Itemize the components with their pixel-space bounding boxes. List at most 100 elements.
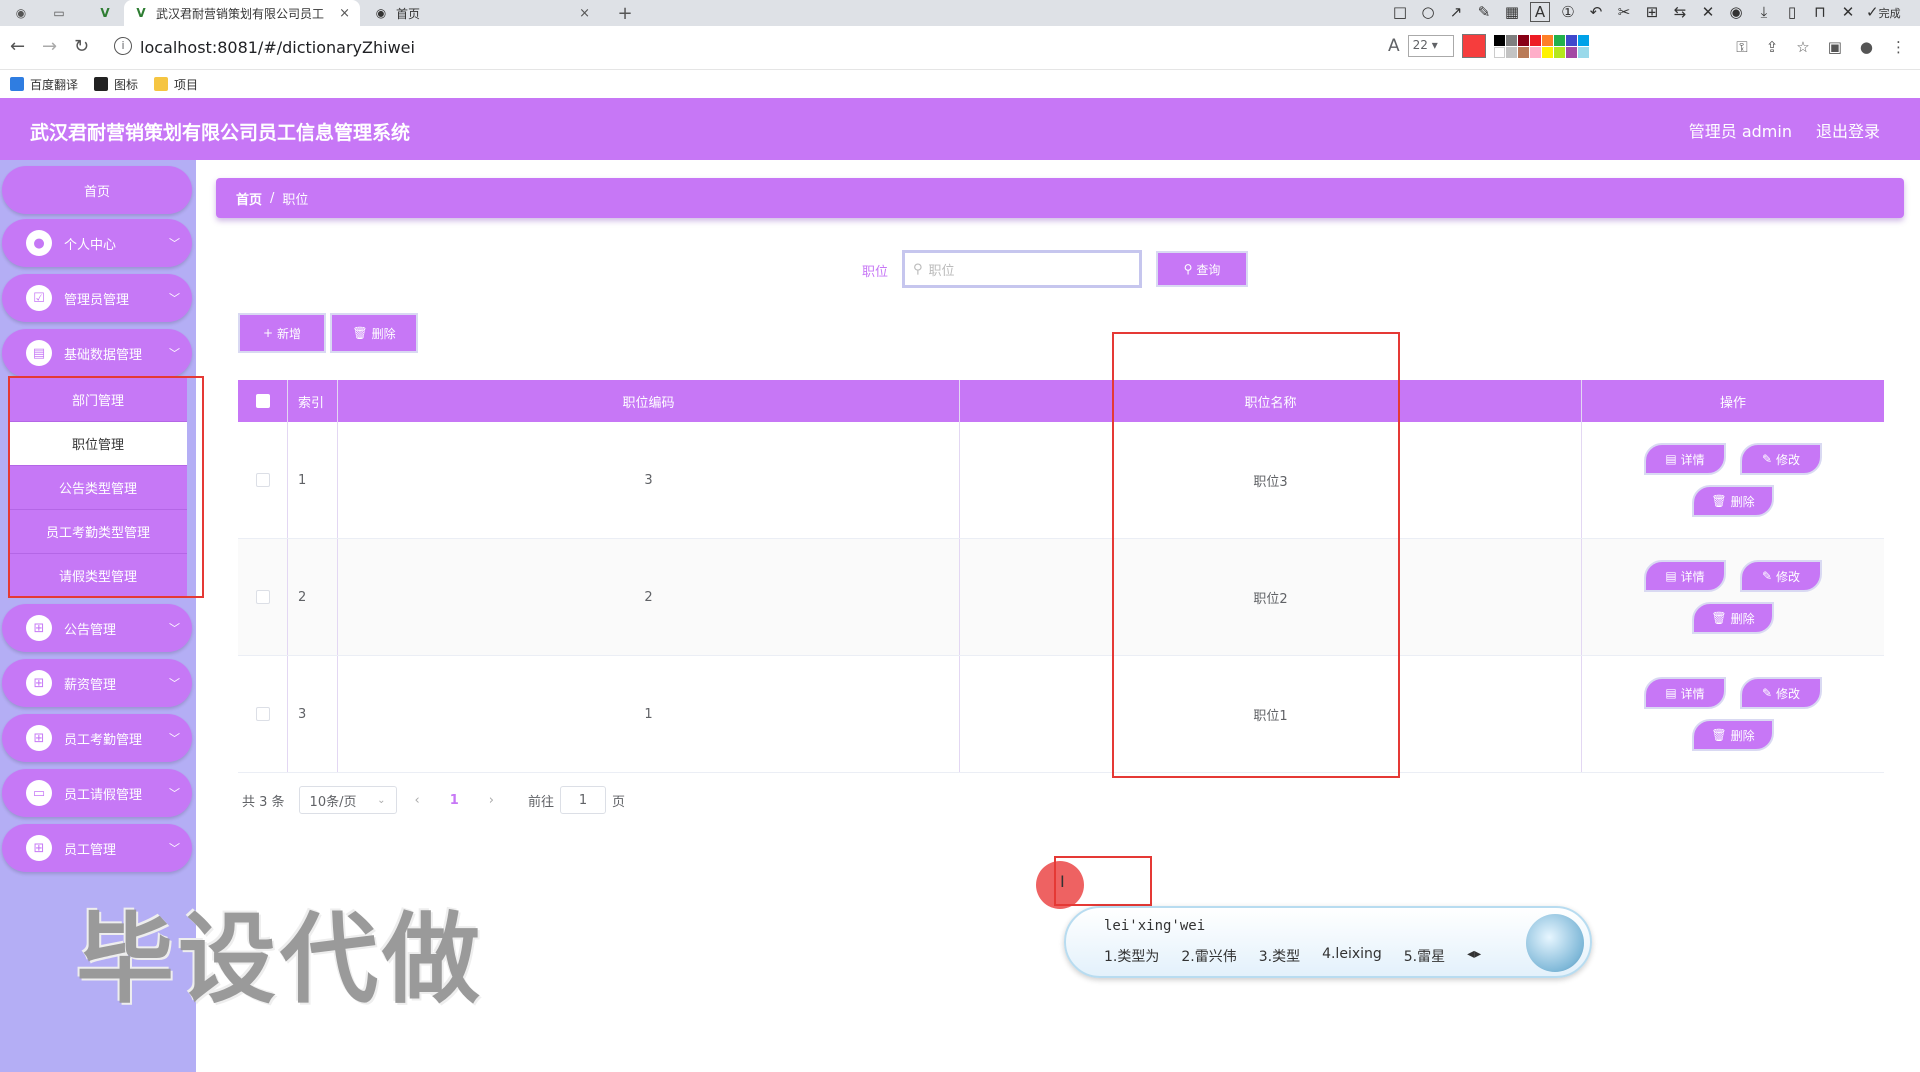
- ime-candidate[interactable]: 2.雷兴伟: [1181, 946, 1236, 966]
- chevron-down-icon: ⌄: [377, 794, 386, 806]
- browser-app-icon[interactable]: ◉: [12, 5, 30, 21]
- phone-icon[interactable]: ▯: [1782, 3, 1802, 21]
- detail-button[interactable]: ▤ 详情: [1644, 443, 1726, 475]
- goto-label: 前往: [528, 794, 555, 810]
- circle-tool-icon[interactable]: ○: [1418, 3, 1438, 21]
- close-tab-icon[interactable]: ×: [339, 6, 350, 21]
- sidebar-item-admin-management[interactable]: ☑ 管理员管理 ﹀: [2, 274, 192, 322]
- back-icon[interactable]: ←: [10, 36, 25, 57]
- add-button[interactable]: + 新增: [238, 313, 326, 353]
- search-button[interactable]: ⚲ 查询: [1156, 251, 1248, 287]
- goto-page-input[interactable]: 1: [560, 786, 607, 814]
- delete-button[interactable]: 🗑 删除: [1692, 602, 1774, 634]
- check-icon[interactable]: ✓完成: [1866, 3, 1901, 21]
- edit-button[interactable]: ✎ 修改: [1740, 677, 1822, 709]
- sidepanel-icon[interactable]: ▣: [1828, 38, 1842, 56]
- submenu-position[interactable]: 职位管理: [9, 422, 187, 466]
- pinned-tab-icon[interactable]: ▭: [50, 5, 68, 21]
- breadcrumb-home[interactable]: 首页: [236, 189, 262, 208]
- edit-button[interactable]: ✎ 修改: [1740, 560, 1822, 592]
- row-checkbox[interactable]: [255, 473, 270, 487]
- share-icon[interactable]: ⇪: [1766, 38, 1779, 56]
- current-color-swatch[interactable]: [1461, 34, 1486, 58]
- color-palette[interactable]: [1493, 34, 1589, 58]
- record-icon[interactable]: ◉: [1726, 3, 1746, 21]
- bookmark-icons[interactable]: 图标: [94, 76, 138, 93]
- ime-candidate[interactable]: 5.雷星: [1404, 946, 1445, 966]
- more-menu-icon[interactable]: ⋮: [1891, 38, 1906, 56]
- url-text[interactable]: localhost:8081/#/dictionaryZhiwei: [140, 38, 415, 57]
- sidebar-item-personal-center[interactable]: ● 个人中心 ﹀: [2, 219, 192, 267]
- bookmark-baidu-translate[interactable]: 百度翻译: [10, 76, 78, 93]
- select-all-checkbox[interactable]: [255, 394, 270, 408]
- detail-button[interactable]: ▤ 详情: [1644, 677, 1726, 709]
- mosaic-tool-icon[interactable]: ▦: [1502, 3, 1522, 21]
- submenu-leave-type[interactable]: 请假类型管理: [9, 554, 187, 598]
- batch-delete-button[interactable]: 🗑 删除: [330, 313, 418, 353]
- ime-candidate[interactable]: 1.类型为: [1104, 946, 1159, 966]
- undo-icon[interactable]: ↶: [1586, 3, 1606, 21]
- rectangle-tool-icon[interactable]: □: [1390, 3, 1410, 21]
- ime-candidate[interactable]: 3.类型: [1259, 946, 1300, 966]
- close-tab-icon[interactable]: ×: [579, 6, 590, 21]
- download-icon[interactable]: ⤓: [1754, 3, 1774, 21]
- next-page-icon[interactable]: ›: [489, 793, 494, 808]
- sidebar-item-notice[interactable]: ⊞ 公告管理 ﹀: [2, 604, 192, 652]
- sidebar-item-home[interactable]: 首页: [2, 166, 192, 214]
- submenu-notice-type[interactable]: 公告类型管理: [9, 466, 187, 510]
- pin-tool-icon[interactable]: ✕: [1698, 3, 1718, 21]
- translate-tool-icon[interactable]: ⇆: [1670, 3, 1690, 21]
- page-number-current[interactable]: 1: [450, 793, 459, 808]
- edit-button[interactable]: ✎ 修改: [1740, 443, 1822, 475]
- row-checkbox[interactable]: [255, 590, 270, 604]
- cut-tool-icon[interactable]: ✂: [1614, 3, 1634, 21]
- delete-button[interactable]: 🗑 删除: [1692, 719, 1774, 751]
- sidebar-item-label: 基础数据管理: [64, 347, 143, 363]
- page-size-select[interactable]: 10条/页 ⌄: [298, 786, 397, 814]
- forward-icon[interactable]: →: [42, 36, 57, 57]
- text-tool-icon[interactable]: A: [1530, 2, 1550, 22]
- ocr-tool-icon[interactable]: ⊞: [1642, 3, 1662, 21]
- sidebar-item-leave[interactable]: ▭ 员工请假管理 ﹀: [2, 769, 192, 817]
- new-tab-icon[interactable]: +: [616, 3, 634, 24]
- reload-icon[interactable]: ↻: [74, 36, 89, 57]
- vue-tab-icon[interactable]: V: [96, 5, 114, 21]
- sidebar-item-employee[interactable]: ⊞ 员工管理 ﹀: [2, 824, 192, 872]
- cell-ops: ▤ 详情 ✎ 修改 🗑 删除: [1582, 539, 1884, 655]
- submenu-label: 员工考勤类型管理: [45, 526, 150, 541]
- bookmark-label: 图标: [114, 77, 139, 92]
- search-input[interactable]: ⚲ 职位: [902, 250, 1142, 288]
- browser-right-tools: ⚿ ⇪ ☆ ▣ ● ⋮: [1736, 38, 1906, 56]
- select-all-cell: [238, 380, 288, 422]
- document-icon: ▤: [1665, 686, 1677, 700]
- prev-page-icon[interactable]: ‹: [415, 793, 420, 808]
- sidebar-item-attendance[interactable]: ⊞ 员工考勤管理 ﹀: [2, 714, 192, 762]
- sidebar-item-basic-data[interactable]: ▤ 基础数据管理 ﹀: [2, 329, 192, 377]
- font-size-select[interactable]: 22 ▾: [1407, 35, 1454, 57]
- key-icon[interactable]: ⚿: [1736, 38, 1747, 56]
- submenu-attendance-type[interactable]: 员工考勤类型管理: [9, 510, 187, 554]
- ime-candidate[interactable]: 4.leixing: [1322, 946, 1382, 966]
- sidebar-item-salary[interactable]: ⊞ 薪资管理 ﹀: [2, 659, 192, 707]
- delete-button[interactable]: 🗑 删除: [1692, 485, 1774, 517]
- tab-home[interactable]: ◉ 首页 ×: [364, 0, 600, 26]
- tab-active[interactable]: V 武汉君耐营销策划有限公司员工 ×: [124, 0, 360, 26]
- ime-page-arrows-icon[interactable]: ◂▸: [1467, 946, 1481, 966]
- profile-icon[interactable]: ●: [1860, 38, 1873, 56]
- logout-link[interactable]: 退出登录: [1816, 118, 1880, 142]
- chevron-down-icon: ﹀: [169, 622, 180, 635]
- star-icon[interactable]: ☆: [1796, 38, 1809, 56]
- pen-tool-icon[interactable]: ✎: [1474, 3, 1494, 21]
- sidebar-item-label: 薪资管理: [64, 677, 117, 693]
- font-size-value: 22: [1412, 38, 1428, 52]
- number-tool-icon[interactable]: ①: [1558, 3, 1578, 21]
- arrow-tool-icon[interactable]: ↗: [1446, 3, 1466, 21]
- submenu-department[interactable]: 部门管理: [9, 378, 187, 422]
- close-icon[interactable]: ✕: [1838, 3, 1858, 21]
- detail-button[interactable]: ▤ 详情: [1644, 560, 1726, 592]
- address-bar-row: ← → ↻ i localhost:8081/#/dictionaryZhiwe…: [0, 26, 1920, 70]
- info-icon[interactable]: i: [114, 37, 132, 55]
- bookmark-project[interactable]: 项目: [154, 76, 198, 93]
- bookmark-icon[interactable]: ⊓: [1810, 3, 1830, 21]
- row-checkbox[interactable]: [255, 707, 270, 721]
